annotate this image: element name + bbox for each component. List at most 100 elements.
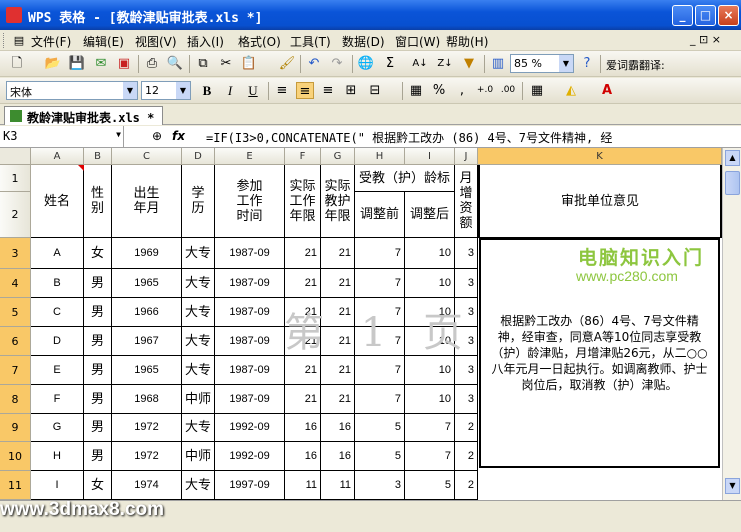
formula-input[interactable]: =IF(I3>0,CONCATENATE(" 根据黔工改办 (86) 4号、7号… <box>206 129 612 146</box>
header-edu[interactable]: 学历 <box>182 165 215 238</box>
cell-monthly[interactable]: 2 <box>455 471 478 500</box>
column-header-g[interactable]: G <box>321 148 355 165</box>
header-adjust-after[interactable]: 调整后 <box>405 192 455 238</box>
wrap-text-icon[interactable]: ⊟ <box>366 82 384 99</box>
cell-birth[interactable]: 1965 <box>112 356 182 385</box>
format-painter-icon[interactable]: 🖌 <box>278 55 296 72</box>
cell-edu[interactable]: 大专 <box>182 327 215 356</box>
cell-birth[interactable]: 1966 <box>112 298 182 327</box>
cell-teach-years[interactable]: 21 <box>321 356 355 385</box>
cell-teach-years[interactable]: 21 <box>321 269 355 298</box>
autosum-icon[interactable]: Σ <box>381 55 399 72</box>
italic-button[interactable]: I <box>221 82 239 99</box>
column-header-k[interactable]: K <box>478 148 722 165</box>
cell-name[interactable]: B <box>31 269 84 298</box>
header-name[interactable]: 姓名 <box>31 165 84 238</box>
cell-adjust-after[interactable]: 7 <box>405 414 455 442</box>
header-teach-years[interactable]: 实际教护年限 <box>321 165 355 238</box>
thousands-icon[interactable]: , <box>453 82 471 99</box>
menu-tools[interactable]: 工具(T) <box>290 33 331 50</box>
cell-gender[interactable]: 男 <box>84 442 112 471</box>
cell-actual-years[interactable]: 21 <box>285 269 321 298</box>
bold-button[interactable]: B <box>198 82 216 99</box>
column-header-e[interactable]: E <box>215 148 285 165</box>
redo-icon[interactable]: ↷ <box>328 55 346 72</box>
cell-edu[interactable]: 大专 <box>182 471 215 500</box>
cell-adjust-after[interactable]: 5 <box>405 471 455 500</box>
font-size-select[interactable]: 12 ▼ <box>141 81 191 100</box>
close-button[interactable]: × <box>718 5 739 26</box>
cell-actual-years[interactable]: 11 <box>285 471 321 500</box>
cell-birth[interactable]: 1974 <box>112 471 182 500</box>
cell-birth[interactable]: 1972 <box>112 414 182 442</box>
name-box[interactable]: K3 ▼ <box>0 126 124 147</box>
cell-birth[interactable]: 1967 <box>112 327 182 356</box>
doc-window-controls[interactable]: _ ⊡ × <box>690 33 721 46</box>
cell-monthly[interactable]: 3 <box>455 385 478 414</box>
cell-adjust-after[interactable]: 10 <box>405 238 455 269</box>
cell-name[interactable]: C <box>31 298 84 327</box>
sort-desc-icon[interactable]: Z↓ <box>436 55 454 72</box>
cell-monthly[interactable]: 2 <box>455 442 478 471</box>
scroll-down-icon[interactable]: ▼ <box>725 478 740 494</box>
row-header[interactable]: 5 <box>0 298 31 327</box>
row-header[interactable]: 10 <box>0 442 31 471</box>
print-icon[interactable]: ⎙ <box>143 55 161 72</box>
formula-tool-icon[interactable]: ⊕ <box>152 129 162 143</box>
mail-icon[interactable]: ✉ <box>92 55 110 72</box>
cell-work-start[interactable]: 1987-09 <box>215 269 285 298</box>
cell-gender[interactable]: 男 <box>84 327 112 356</box>
row-header[interactable]: 6 <box>0 327 31 356</box>
column-header-b[interactable]: B <box>84 148 112 165</box>
cell-work-start[interactable]: 1987-09 <box>215 327 285 356</box>
header-work-start[interactable]: 参加工作时间 <box>215 165 285 238</box>
cell-gender[interactable]: 男 <box>84 269 112 298</box>
menu-insert[interactable]: 插入(I) <box>187 33 224 50</box>
decrease-decimal-icon[interactable]: .00 <box>499 82 517 99</box>
cell-birth[interactable]: 1965 <box>112 269 182 298</box>
cell-edu[interactable]: 大专 <box>182 298 215 327</box>
new-icon[interactable]: 🗋 <box>8 55 26 72</box>
menu-file[interactable]: 文件(F) <box>31 33 71 50</box>
menu-format[interactable]: 格式(O) <box>238 33 281 50</box>
column-header-a[interactable]: A <box>31 148 84 165</box>
cell-name[interactable]: F <box>31 385 84 414</box>
cell-teach-years[interactable]: 21 <box>321 385 355 414</box>
row-header[interactable]: 4 <box>0 269 31 298</box>
cell-teach-years[interactable]: 21 <box>321 238 355 269</box>
header-gender[interactable]: 性别 <box>84 165 112 238</box>
cell-adjust-before[interactable]: 7 <box>355 385 405 414</box>
cell-gender[interactable]: 女 <box>84 238 112 269</box>
cell-teach-years[interactable]: 16 <box>321 414 355 442</box>
font-color-icon[interactable]: A <box>598 82 616 99</box>
percent-icon[interactable]: % <box>430 82 448 99</box>
header-actual-years[interactable]: 实际工作年限 <box>285 165 321 238</box>
cell-adjust-before[interactable]: 7 <box>355 356 405 385</box>
cell-actual-years[interactable]: 16 <box>285 414 321 442</box>
cell-adjust-after[interactable]: 10 <box>405 385 455 414</box>
cell-adjust-before[interactable]: 7 <box>355 269 405 298</box>
align-center-icon[interactable]: ≡ <box>296 82 314 99</box>
cell-name[interactable]: H <box>31 442 84 471</box>
help-icon[interactable]: ? <box>578 55 596 72</box>
menu-help[interactable]: 帮助(H) <box>446 33 488 50</box>
cell-work-start[interactable]: 1992-09 <box>215 414 285 442</box>
cell-adjust-after[interactable]: 10 <box>405 356 455 385</box>
cell-adjust-before[interactable]: 3 <box>355 471 405 500</box>
sort-asc-icon[interactable]: A↓ <box>411 55 429 72</box>
font-name-select[interactable]: 宋体 ▼ <box>6 81 138 100</box>
open-icon[interactable]: 📂 <box>44 55 62 72</box>
cell-adjust-before[interactable]: 7 <box>355 238 405 269</box>
select-all-corner[interactable] <box>0 148 31 165</box>
cell-actual-years[interactable]: 21 <box>285 238 321 269</box>
cell-birth[interactable]: 1969 <box>112 238 182 269</box>
cell-work-start[interactable]: 1987-09 <box>215 298 285 327</box>
fill-color-icon[interactable]: ◭ <box>562 82 580 99</box>
row-header[interactable]: 1 <box>0 165 31 192</box>
borders-icon[interactable]: ▦ <box>528 82 546 99</box>
currency-icon[interactable]: ▦ <box>407 82 425 99</box>
column-header-j[interactable]: J <box>455 148 478 165</box>
cell-actual-years[interactable]: 21 <box>285 356 321 385</box>
cell-gender[interactable]: 男 <box>84 356 112 385</box>
cell-work-start[interactable]: 1997-09 <box>215 471 285 500</box>
